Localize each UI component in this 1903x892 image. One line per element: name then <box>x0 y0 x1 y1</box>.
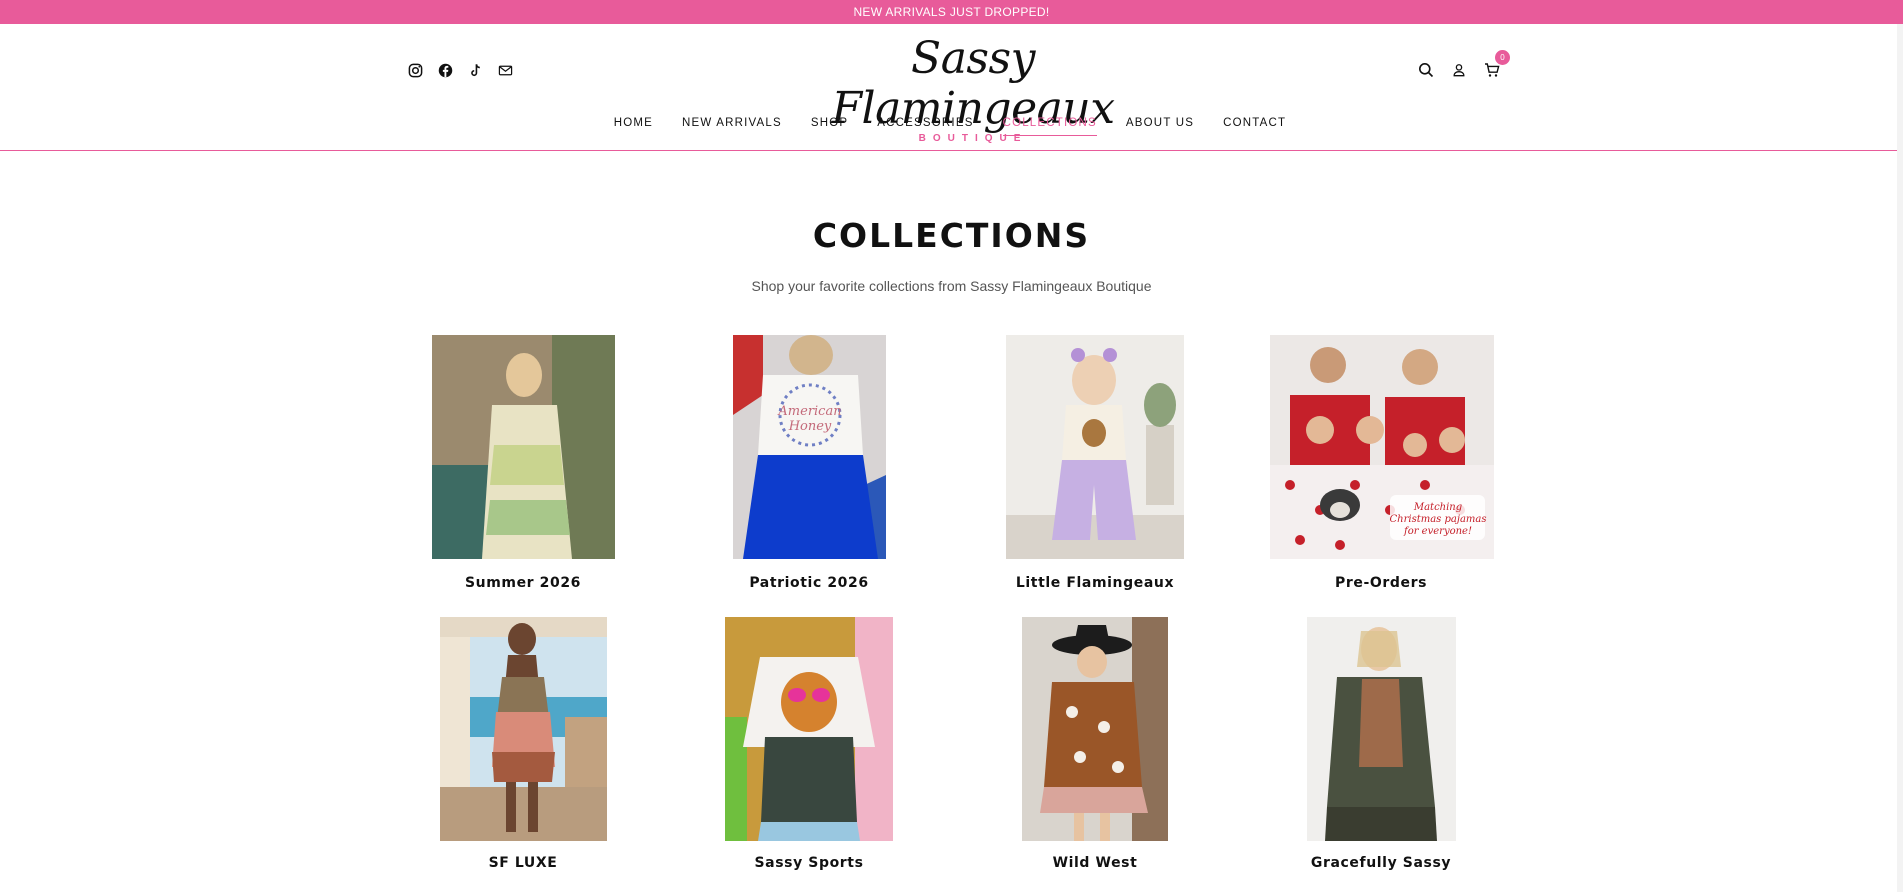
nav-accessories[interactable]: ACCESSORIES <box>877 117 973 136</box>
collection-title[interactable]: Patriotic 2026 <box>679 575 939 591</box>
collection-title[interactable]: Wild West <box>965 855 1225 871</box>
cart-count-badge: 0 <box>1495 50 1510 65</box>
collection-image <box>1022 617 1168 841</box>
mail-icon[interactable] <box>496 61 514 79</box>
page-scrollbar[interactable] <box>1897 24 1903 892</box>
header-utilities: 0 <box>1416 50 1510 80</box>
main-navigation: HOME NEW ARRIVALS SHOP ACCESSORIES COLLE… <box>0 117 1903 136</box>
nav-home[interactable]: HOME <box>614 117 653 136</box>
search-icon[interactable] <box>1416 60 1436 80</box>
collection-image: Matching Christmas pajamas for everyone! <box>1270 335 1494 559</box>
collection-image: American Honey <box>733 335 886 559</box>
collection-title[interactable]: Sassy Sports <box>679 855 939 871</box>
cart-button[interactable]: 0 <box>1482 50 1510 80</box>
collection-image <box>440 617 607 841</box>
svg-text:Honey: Honey <box>788 419 832 434</box>
social-links <box>406 61 514 79</box>
page-subtitle: Shop your favorite collections from Sass… <box>751 278 1152 294</box>
collection-image <box>1307 617 1456 841</box>
collection-title[interactable]: Pre-Orders <box>1251 575 1511 591</box>
svg-text:Matching: Matching <box>1413 502 1462 513</box>
collection-card-wild-west[interactable]: Wild West <box>965 617 1225 877</box>
account-icon[interactable] <box>1449 60 1469 80</box>
nav-collections[interactable]: COLLECTIONS <box>1002 117 1097 136</box>
svg-text:Christmas pajamas: Christmas pajamas <box>1390 514 1487 525</box>
collection-title[interactable]: SF LUXE <box>393 855 653 871</box>
collection-image <box>1006 335 1184 559</box>
instagram-icon[interactable] <box>406 61 424 79</box>
tiktok-icon[interactable] <box>466 61 484 79</box>
announcement-text: NEW ARRIVALS JUST DROPPED! <box>853 5 1050 19</box>
nav-new-arrivals[interactable]: NEW ARRIVALS <box>682 117 782 136</box>
collection-card-little-flamingeaux[interactable]: Little Flamingeaux <box>965 335 1225 595</box>
collection-card-gracefully-sassy[interactable]: Gracefully Sassy <box>1251 617 1511 877</box>
page-title: COLLECTIONS <box>812 216 1091 255</box>
collection-card-sf-luxe[interactable]: SF LUXE <box>393 617 653 877</box>
collection-image <box>725 617 893 841</box>
nav-contact[interactable]: CONTACT <box>1223 117 1286 136</box>
site-header: Sassy Flamingeaux BOUTIQUE 0 HOME NEW AR… <box>0 24 1903 151</box>
svg-text:American: American <box>777 404 841 419</box>
facebook-icon[interactable] <box>436 61 454 79</box>
announcement-bar: NEW ARRIVALS JUST DROPPED! <box>0 0 1903 24</box>
collection-title[interactable]: Gracefully Sassy <box>1251 855 1511 871</box>
collection-card-patriotic-2026[interactable]: American Honey Patriotic 2026 <box>679 335 939 595</box>
collection-title[interactable]: Summer 2026 <box>393 575 653 591</box>
collection-image <box>432 335 615 559</box>
collection-card-summer-2026[interactable]: Summer 2026 <box>393 335 653 595</box>
collection-card-pre-orders[interactable]: Matching Christmas pajamas for everyone!… <box>1251 335 1511 595</box>
cart-icon <box>1485 63 1500 77</box>
collection-title[interactable]: Little Flamingeaux <box>965 575 1225 591</box>
nav-shop[interactable]: SHOP <box>811 117 848 136</box>
collection-card-sassy-sports[interactable]: Sassy Sports <box>679 617 939 877</box>
svg-text:for everyone!: for everyone! <box>1403 526 1472 537</box>
nav-about-us[interactable]: ABOUT US <box>1126 117 1194 136</box>
